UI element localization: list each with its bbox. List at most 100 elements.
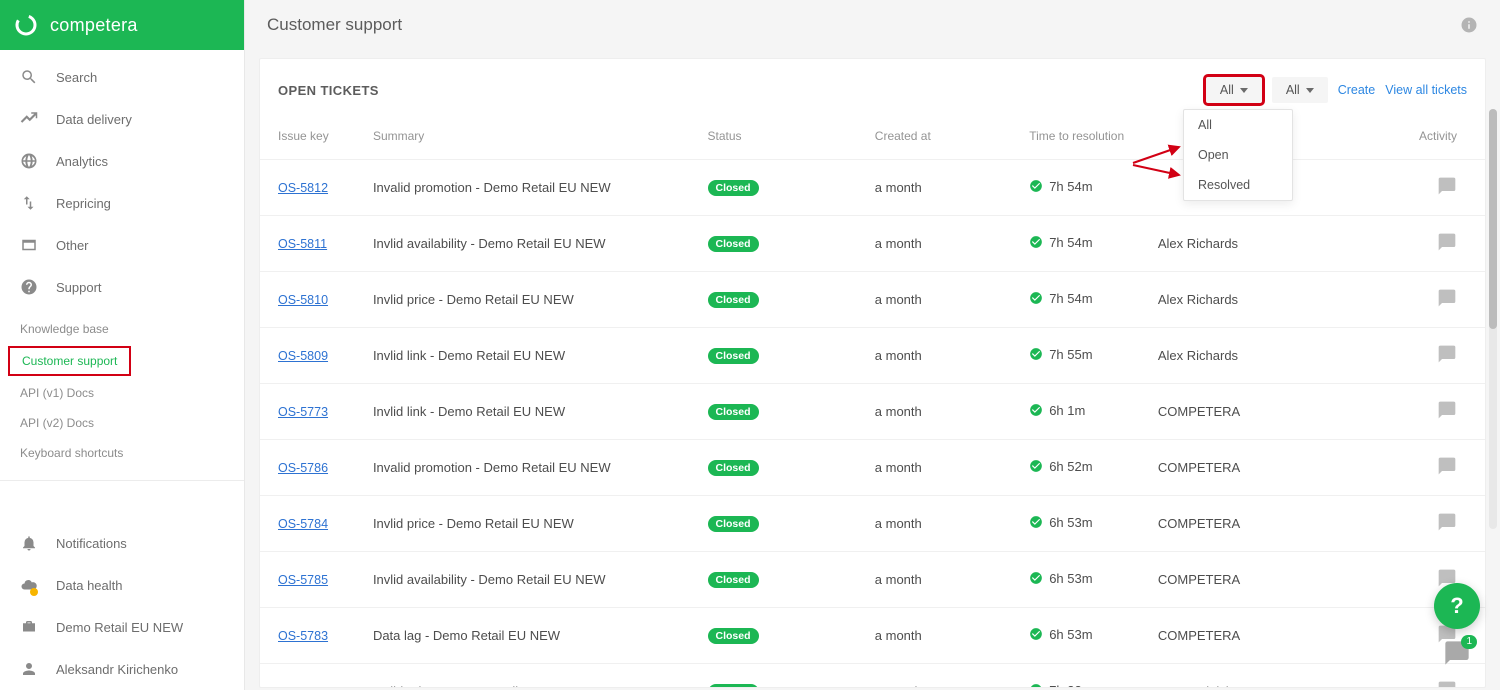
caret-down-icon xyxy=(1240,88,1248,93)
comment-icon[interactable] xyxy=(1437,456,1457,476)
comment-icon[interactable] xyxy=(1437,232,1457,252)
subnav-api-v1[interactable]: API (v1) Docs xyxy=(0,378,244,408)
globe-icon xyxy=(20,152,38,170)
issue-key-link[interactable]: OS-5812 xyxy=(278,181,328,195)
th-issue-key[interactable]: Issue key xyxy=(260,113,363,160)
status-badge: Closed xyxy=(708,236,759,252)
nav-label: Data health xyxy=(56,578,123,593)
check-circle-icon xyxy=(1029,235,1043,249)
nav-item-notifications[interactable]: Notifications xyxy=(0,522,244,564)
cell-summary: Data lag - Demo Retail EU NEW xyxy=(363,608,698,664)
filter-option-all[interactable]: All xyxy=(1184,110,1292,140)
comment-icon[interactable] xyxy=(1437,680,1457,687)
subnav-api-v2[interactable]: API (v2) Docs xyxy=(0,408,244,438)
nav-item-user[interactable]: Aleksandr Kirichenko xyxy=(0,648,244,690)
check-circle-icon xyxy=(1029,459,1043,473)
table-row: OS-5809Invlid link - Demo Retail EU NEWC… xyxy=(260,328,1485,384)
sidebar: competera Search Data delivery Analytics… xyxy=(0,0,245,690)
fab-stack: ? 1 xyxy=(1434,583,1480,670)
issue-key-link[interactable]: OS-5810 xyxy=(278,293,328,307)
cell-created: a month xyxy=(865,552,1019,608)
issue-key-link[interactable]: OS-5811 xyxy=(278,237,327,251)
table-row: OS-5785Invlid availability - Demo Retail… xyxy=(260,552,1485,608)
nav-lower: Notifications Data health Demo Retail EU… xyxy=(0,522,244,690)
help-fab[interactable]: ? xyxy=(1434,583,1480,629)
cell-created: a month xyxy=(865,440,1019,496)
create-link[interactable]: Create xyxy=(1338,83,1376,97)
issue-key-link[interactable]: OS-5783 xyxy=(278,629,328,643)
issue-key-link[interactable]: OS-5773 xyxy=(278,405,328,419)
issue-key-link[interactable]: OS-5786 xyxy=(278,461,328,475)
nav-item-analytics[interactable]: Analytics xyxy=(0,140,244,182)
filter-option-resolved[interactable]: Resolved xyxy=(1184,170,1292,200)
th-summary[interactable]: Summary xyxy=(363,113,698,160)
nav-label: Other xyxy=(56,238,89,253)
comment-icon[interactable] xyxy=(1437,400,1457,420)
table-row: OS-5811Invlid availability - Demo Retail… xyxy=(260,216,1485,272)
trend-icon xyxy=(20,110,38,128)
table-row: OS-5783Data lag - Demo Retail EU NEWClos… xyxy=(260,608,1485,664)
th-ttr[interactable]: Time to resolution xyxy=(1019,113,1148,160)
tickets-table-wrap[interactable]: Issue key Summary Status Created at Time… xyxy=(260,113,1485,687)
cell-ttr: 7h 32m xyxy=(1029,683,1092,687)
check-circle-icon xyxy=(1029,403,1043,417)
cell-ttr: 7h 54m xyxy=(1029,235,1092,250)
cell-created: a month xyxy=(865,216,1019,272)
issue-key-link[interactable]: OS-5788 xyxy=(278,685,328,687)
issue-key-link[interactable]: OS-5809 xyxy=(278,349,328,363)
nav-item-data-delivery[interactable]: Data delivery xyxy=(0,98,244,140)
window-icon xyxy=(20,236,38,254)
nav-item-support[interactable]: Support xyxy=(0,266,244,308)
panel-actions: All All Create View all tickets xyxy=(1206,77,1467,103)
nav-item-project[interactable]: Demo Retail EU NEW xyxy=(0,606,244,648)
nav-item-other[interactable]: Other xyxy=(0,224,244,266)
support-subnav: Knowledge base Customer support API (v1)… xyxy=(0,308,244,476)
nav-item-repricing[interactable]: Repricing xyxy=(0,182,244,224)
filter-option-open[interactable]: Open xyxy=(1184,140,1292,170)
filter-status-dropdown[interactable]: All xyxy=(1206,77,1262,103)
th-status[interactable]: Status xyxy=(698,113,865,160)
nav-label: Data delivery xyxy=(56,112,132,127)
th-created[interactable]: Created at xyxy=(865,113,1019,160)
cell-summary: Invalid promotion - Demo Retail EU NEW xyxy=(363,160,698,216)
cell-ttr: 7h 55m xyxy=(1029,347,1092,362)
comment-icon[interactable] xyxy=(1437,512,1457,532)
comment-icon[interactable] xyxy=(1437,288,1457,308)
search-icon xyxy=(20,68,38,86)
check-circle-icon xyxy=(1029,683,1043,687)
chat-badge: 1 xyxy=(1461,635,1477,649)
subnav-keyboard-shortcuts[interactable]: Keyboard shortcuts xyxy=(0,438,244,468)
scrollbar[interactable] xyxy=(1489,109,1497,529)
filter-second-label: All xyxy=(1286,83,1300,97)
view-all-link[interactable]: View all tickets xyxy=(1385,83,1467,97)
filter-second-dropdown[interactable]: All xyxy=(1272,77,1328,103)
cell-ttr: 6h 53m xyxy=(1029,515,1092,530)
subnav-knowledge-base[interactable]: Knowledge base xyxy=(0,314,244,344)
comment-icon[interactable] xyxy=(1437,344,1457,364)
chat-fab[interactable]: 1 xyxy=(1443,639,1471,670)
cell-created: a month xyxy=(865,664,1019,688)
nav-label: Aleksandr Kirichenko xyxy=(56,662,178,677)
brand-bar: competera xyxy=(0,0,244,50)
cell-ttr: 6h 53m xyxy=(1029,627,1092,642)
info-icon[interactable] xyxy=(1460,16,1478,34)
cell-created: a month xyxy=(865,272,1019,328)
subnav-customer-support[interactable]: Customer support xyxy=(8,346,131,376)
nav-label: Demo Retail EU NEW xyxy=(56,620,183,635)
topbar: Customer support xyxy=(245,0,1500,50)
health-badge-dot xyxy=(30,588,38,596)
nav-item-data-health[interactable]: Data health xyxy=(0,564,244,606)
cell-assignee: Igor Marinich xyxy=(1148,664,1405,688)
issue-key-link[interactable]: OS-5785 xyxy=(278,573,328,587)
issue-key-link[interactable]: OS-5784 xyxy=(278,517,328,531)
cell-summary: Invlid price - Demo Retail EU NEW xyxy=(363,664,698,688)
comment-icon[interactable] xyxy=(1437,176,1457,196)
nav-item-search[interactable]: Search xyxy=(0,56,244,98)
user-icon xyxy=(20,660,38,678)
cell-ttr: 6h 53m xyxy=(1029,571,1092,586)
divider xyxy=(0,480,244,481)
filter-status-menu: All Open Resolved xyxy=(1183,109,1293,201)
help-icon xyxy=(20,278,38,296)
panel-title: OPEN TICKETS xyxy=(278,83,379,98)
cell-assignee: COMPETERA xyxy=(1148,384,1405,440)
